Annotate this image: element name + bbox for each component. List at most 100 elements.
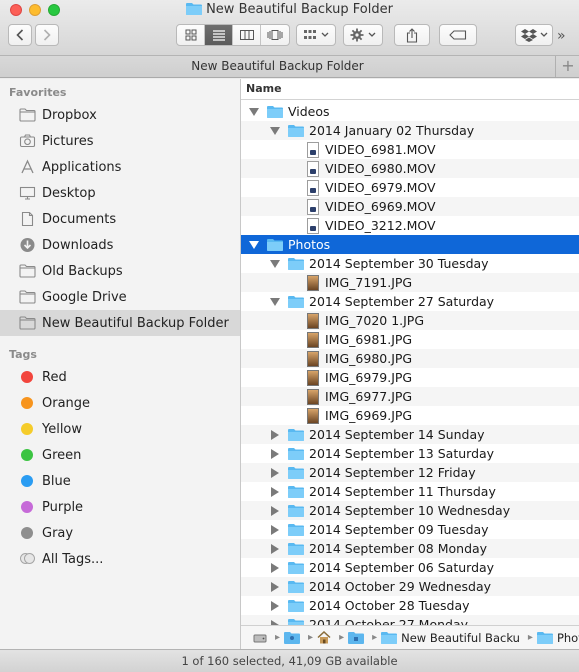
sidebar-item-dropbox[interactable]: Dropbox: [0, 102, 240, 128]
disclosure-open-icon[interactable]: [270, 259, 280, 269]
path-home[interactable]: [317, 631, 331, 644]
folder-row[interactable]: 2014 September 06 Saturday: [241, 558, 579, 577]
icon-view-button[interactable]: [177, 25, 205, 45]
row-label: 2014 September 06 Saturday: [309, 560, 495, 575]
sidebar-tag-green[interactable]: Green: [0, 442, 240, 468]
disclosure-open-icon[interactable]: [270, 297, 280, 307]
sidebar-item-old-backups[interactable]: Old Backups: [0, 258, 240, 284]
tags-heading: Tags: [9, 348, 37, 361]
file-row[interactable]: IMG_7020 1.JPG: [241, 311, 579, 330]
arrange-button[interactable]: [296, 24, 336, 46]
folder-row[interactable]: 2014 October 29 Wednesday: [241, 577, 579, 596]
disclosure-closed-icon[interactable]: [270, 467, 280, 478]
folder-row[interactable]: 2014 September 12 Friday: [241, 463, 579, 482]
sidebar-item-label: Applications: [42, 159, 122, 175]
sidebar-item-documents[interactable]: Documents: [0, 206, 240, 232]
sidebar-tag-orange[interactable]: Orange: [0, 390, 240, 416]
disclosure-open-icon[interactable]: [249, 107, 259, 117]
folder-row[interactable]: Videos: [241, 102, 579, 121]
folder-row[interactable]: 2014 September 10 Wednesday: [241, 501, 579, 520]
sidebar-item-desktop[interactable]: Desktop: [0, 180, 240, 206]
disclosure-closed-icon[interactable]: [270, 581, 280, 592]
share-button[interactable]: [394, 24, 430, 46]
sidebar-item-applications[interactable]: Applications: [0, 154, 240, 180]
sidebar-item-downloads[interactable]: Downloads: [0, 232, 240, 258]
cover-flow-button[interactable]: [261, 25, 289, 45]
file-row[interactable]: IMG_6977.JPG: [241, 387, 579, 406]
folder-row[interactable]: 2014 January 02 Thursday: [241, 121, 579, 140]
path-dropbox[interactable]: [348, 631, 365, 644]
sidebar-item-google-drive[interactable]: Google Drive: [0, 284, 240, 310]
back-button[interactable]: [8, 24, 32, 46]
disclosure-closed-icon[interactable]: [270, 429, 280, 440]
tag-color-dot: [21, 397, 33, 409]
folder-row[interactable]: 2014 September 14 Sunday: [241, 425, 579, 444]
image-file-icon: [307, 369, 319, 386]
row-label: VIDEO_6980.MOV: [325, 161, 436, 176]
new-tab-button[interactable]: +: [557, 56, 579, 77]
chevron-down-icon: [321, 32, 329, 37]
disclosure-open-icon[interactable]: [270, 126, 280, 136]
folder-row[interactable]: 2014 September 08 Monday: [241, 539, 579, 558]
file-row[interactable]: IMG_7191.JPG: [241, 273, 579, 292]
folder-icon: [288, 428, 304, 441]
chevron-down-icon: [368, 32, 376, 37]
forward-button[interactable]: [35, 24, 59, 46]
sidebar-item-new-beautiful-backup-folder[interactable]: New Beautiful Backup Folder: [0, 310, 240, 336]
file-row[interactable]: IMG_6980.JPG: [241, 349, 579, 368]
image-file-icon: [307, 388, 319, 405]
hard-disk-icon: [253, 634, 267, 642]
sidebar-item-pictures[interactable]: Pictures: [0, 128, 240, 154]
row-label: 2014 September 09 Tuesday: [309, 522, 489, 537]
folder-row[interactable]: 2014 September 30 Tuesday: [241, 254, 579, 273]
sidebar-tag-gray[interactable]: Gray: [0, 520, 240, 546]
sidebar-tag-label: Orange: [42, 395, 91, 411]
list-view-button[interactable]: [205, 25, 233, 45]
disclosure-closed-icon[interactable]: [270, 505, 280, 516]
file-row[interactable]: VIDEO_6979.MOV: [241, 178, 579, 197]
folder-row[interactable]: 2014 September 13 Saturday: [241, 444, 579, 463]
folder-icon: [17, 263, 37, 279]
dropbox-button[interactable]: [515, 24, 553, 46]
row-label: 2014 October 29 Wednesday: [309, 579, 492, 594]
folder-row[interactable]: 2014 September 09 Tuesday: [241, 520, 579, 539]
disclosure-closed-icon[interactable]: [270, 562, 280, 573]
toolbar-overflow-button[interactable]: »: [557, 28, 566, 44]
sidebar-tag-blue[interactable]: Blue: [0, 468, 240, 494]
sidebar-all-tags[interactable]: All Tags...: [0, 546, 240, 572]
file-row[interactable]: VIDEO_3212.MOV: [241, 216, 579, 235]
favorites-heading: Favorites: [9, 86, 67, 99]
name-column-header[interactable]: Name: [241, 79, 579, 100]
file-row[interactable]: IMG_6969.JPG: [241, 406, 579, 425]
action-button[interactable]: [343, 24, 383, 46]
folder-row[interactable]: 2014 October 28 Tuesday: [241, 596, 579, 615]
disclosure-closed-icon[interactable]: [270, 448, 280, 459]
file-row[interactable]: IMG_6979.JPG: [241, 368, 579, 387]
path-users[interactable]: [284, 631, 301, 644]
row-label: 2014 January 02 Thursday: [309, 123, 475, 138]
sidebar-tag-purple[interactable]: Purple: [0, 494, 240, 520]
file-row[interactable]: VIDEO_6981.MOV: [241, 140, 579, 159]
tab-current[interactable]: New Beautiful Backup Folder: [0, 56, 556, 77]
disclosure-closed-icon[interactable]: [270, 524, 280, 535]
sidebar-tag-red[interactable]: Red: [0, 364, 240, 390]
folder-row[interactable]: 2014 September 27 Saturday: [241, 292, 579, 311]
file-row[interactable]: VIDEO_6980.MOV: [241, 159, 579, 178]
path-photos[interactable]: Photos: [536, 631, 579, 645]
disclosure-open-icon[interactable]: [249, 240, 259, 250]
edit-tags-button[interactable]: [439, 24, 477, 46]
folder-row[interactable]: 2014 September 11 Thursday: [241, 482, 579, 501]
path-disk[interactable]: [253, 632, 267, 644]
file-row[interactable]: IMG_6981.JPG: [241, 330, 579, 349]
path-backup-folder[interactable]: New Beautiful Backu: [381, 631, 520, 645]
download-icon: [17, 237, 37, 253]
row-label: IMG_6981.JPG: [325, 332, 413, 347]
column-view-button[interactable]: [233, 25, 261, 45]
disclosure-closed-icon[interactable]: [270, 600, 280, 611]
folder-row[interactable]: 2014 October 27 Monday: [241, 615, 579, 625]
disclosure-closed-icon[interactable]: [270, 486, 280, 497]
disclosure-closed-icon[interactable]: [270, 543, 280, 554]
file-row[interactable]: VIDEO_6969.MOV: [241, 197, 579, 216]
sidebar-tag-yellow[interactable]: Yellow: [0, 416, 240, 442]
folder-row[interactable]: Photos: [241, 235, 579, 254]
